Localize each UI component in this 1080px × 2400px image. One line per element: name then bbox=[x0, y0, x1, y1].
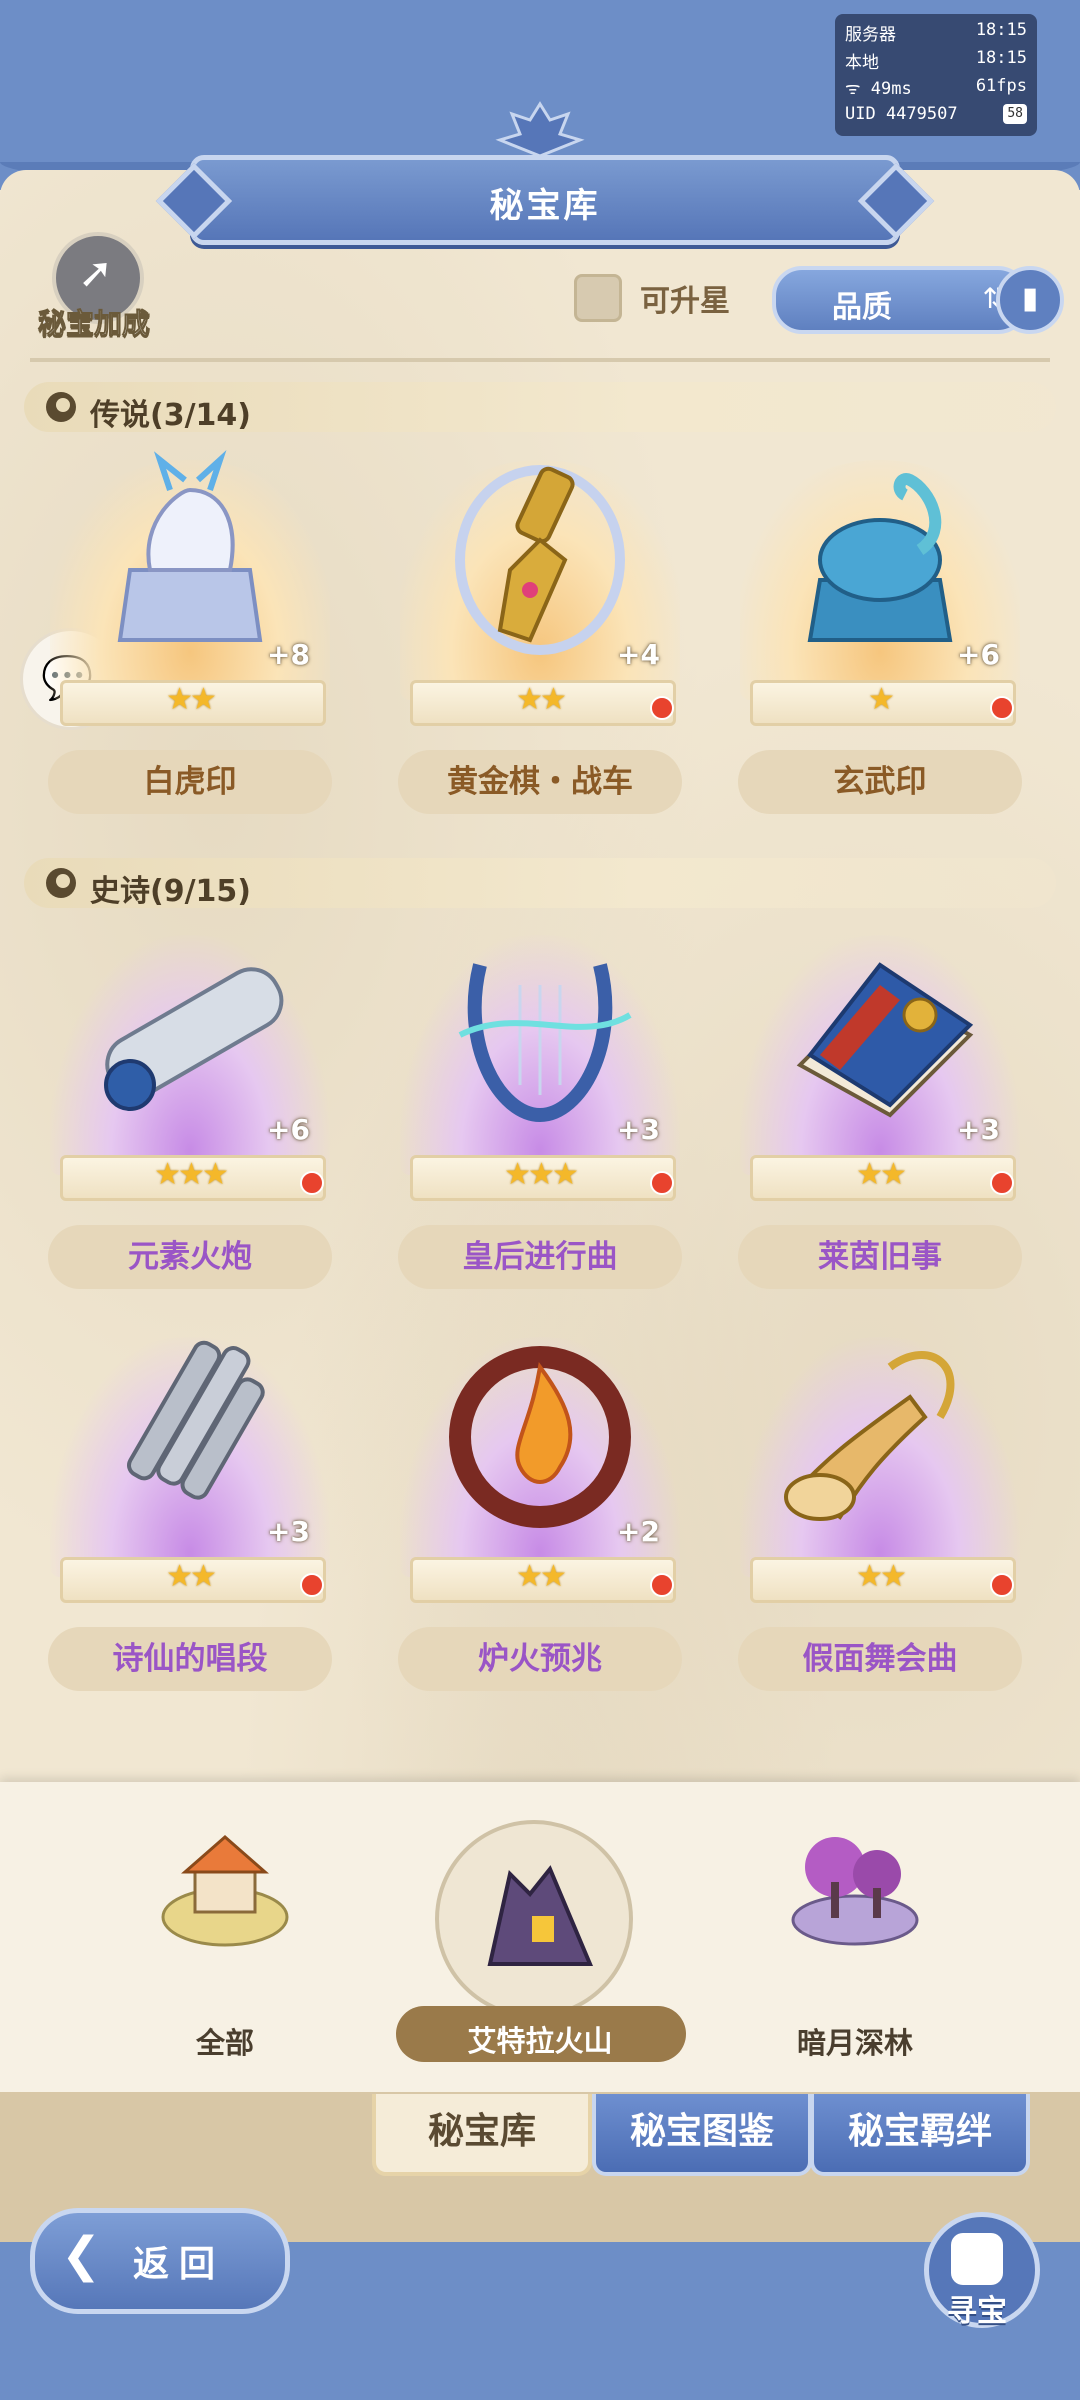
treasure-hunt-label: 寻宝 bbox=[947, 2294, 1007, 2329]
masquerade-trumpet-icon bbox=[784, 1351, 955, 1521]
back-arrow-icon: ❮ bbox=[61, 2227, 102, 2283]
performance-overlay: 服务器 18:15 本地 18:15 ᯤ 49ms 61fps UID 4479507… bbox=[835, 14, 1037, 136]
wifi-icon: ᯤ bbox=[845, 79, 871, 99]
treasure-name: 皇后进行曲 bbox=[398, 1225, 682, 1289]
treasure-card[interactable]: +2 ★★ 炉火预兆 bbox=[390, 1307, 690, 1737]
section-legend-label: 传说(3/14) bbox=[90, 398, 252, 433]
star-rating: ★★ bbox=[516, 1559, 567, 1594]
upstar-checkbox[interactable] bbox=[574, 274, 622, 322]
level-plus: +6 bbox=[957, 638, 1000, 671]
star-rating: ★★ bbox=[516, 682, 567, 717]
treasure-card[interactable]: +8 ★★ 白虎印 bbox=[40, 430, 340, 860]
tab-treasure-codex[interactable]: 秘宝图鉴 bbox=[592, 2094, 812, 2176]
star-rating: ★ bbox=[868, 682, 895, 717]
sort-quality-button[interactable]: 品质 ⇅ bbox=[772, 266, 1028, 334]
rhine-book-icon bbox=[796, 962, 974, 1118]
region-label: 艾特拉火山 bbox=[467, 2024, 613, 2058]
ping-value: 49ms bbox=[870, 79, 912, 99]
treasure-chest-icon bbox=[951, 2233, 1003, 2285]
treasure-card[interactable]: +6 ★★★ 元素火炮 bbox=[40, 905, 340, 1335]
notification-dot bbox=[300, 1171, 324, 1195]
treasure-name: 黄金棋・战车 bbox=[398, 750, 682, 814]
tab-treasure-vault[interactable]: 秘宝库 bbox=[372, 2094, 592, 2176]
section-header-epic: 史诗(9/15) bbox=[24, 858, 1056, 909]
region-etra-volcano[interactable]: 艾特拉火山 bbox=[390, 1782, 690, 2082]
notification-dot bbox=[650, 1171, 674, 1195]
notification-dot bbox=[990, 696, 1014, 720]
notification-dot bbox=[650, 1573, 674, 1597]
region-all[interactable]: 全部 bbox=[75, 1782, 375, 2082]
divider bbox=[30, 358, 1050, 362]
treasure-card[interactable]: +4 ★★ 黄金棋・战车 bbox=[390, 430, 690, 860]
white-tiger-seal-icon bbox=[117, 450, 263, 642]
hearth-omen-icon bbox=[449, 1346, 631, 1528]
section-epic-label: 史诗(9/15) bbox=[90, 874, 252, 909]
back-label: 返回 bbox=[133, 2244, 226, 2285]
level-plus: +2 bbox=[617, 1515, 660, 1548]
region-selector: 全部 艾特拉火山 暗月深林 bbox=[0, 1782, 1080, 2092]
treasure-name: 白虎印 bbox=[48, 750, 332, 814]
notification-dot bbox=[990, 1171, 1014, 1195]
treasure-card[interactable]: +3 ★★ 莱茵旧事 bbox=[730, 905, 1030, 1335]
treasure-card[interactable]: +6 ★ 玄武印 bbox=[730, 430, 1030, 860]
level-plus: +3 bbox=[267, 1515, 310, 1548]
house-icon bbox=[161, 1835, 289, 1947]
lyre-icon bbox=[458, 963, 632, 1123]
golden-chariot-icon bbox=[455, 465, 625, 655]
region-label: 全部 bbox=[195, 2026, 254, 2060]
notification-dot bbox=[300, 1573, 324, 1597]
notification-dot bbox=[990, 1573, 1014, 1597]
star-rating: ★★ bbox=[856, 1559, 907, 1594]
treasure-name: 诗仙的唱段 bbox=[48, 1627, 332, 1691]
poet-pan-flute-icon bbox=[127, 1340, 265, 1500]
star-rating: ★★ bbox=[856, 1157, 907, 1192]
elemental-cannon-icon bbox=[104, 967, 284, 1111]
local-time: 18:15 bbox=[975, 48, 1027, 68]
moon-icon bbox=[46, 392, 76, 422]
treasure-card[interactable]: +3 ★★★ 皇后进行曲 bbox=[390, 905, 690, 1335]
book-icon[interactable]: ▮ bbox=[996, 266, 1064, 334]
back-button[interactable]: ❮ 返回 bbox=[30, 2208, 290, 2314]
treasure-name: 炉火预兆 bbox=[398, 1627, 682, 1691]
forest-icon bbox=[791, 1837, 919, 1946]
upstar-label: 可升星 bbox=[640, 284, 730, 319]
level-plus: +4 bbox=[617, 638, 660, 671]
treasure-name: 莱茵旧事 bbox=[738, 1225, 1022, 1289]
level-plus: +3 bbox=[957, 1113, 1000, 1146]
treasure-name: 玄武印 bbox=[738, 750, 1022, 814]
star-rating: ★★ bbox=[166, 682, 217, 717]
server-label: 服务器 bbox=[845, 25, 896, 45]
crest-ornament-icon bbox=[495, 101, 585, 158]
level-plus: +6 bbox=[267, 1113, 310, 1146]
volcano-icon bbox=[487, 1865, 594, 1966]
server-time: 18:15 bbox=[975, 20, 1027, 40]
treasure-card[interactable]: ★★ 假面舞会曲 bbox=[730, 1307, 1030, 1737]
region-label: 暗月深林 bbox=[796, 2026, 913, 2060]
section-header-legend: 传说(3/14) bbox=[24, 382, 1056, 433]
moon-icon bbox=[46, 868, 76, 898]
notification-dot bbox=[650, 696, 674, 720]
star-rating: ★★ bbox=[166, 1559, 217, 1594]
level-plus: +8 bbox=[267, 638, 310, 671]
uid-value: UID 4479507 bbox=[845, 104, 958, 124]
local-label: 本地 bbox=[845, 53, 879, 73]
arrow-up-icon: ➚ bbox=[78, 248, 114, 297]
region-dark-moon-forest[interactable]: 暗月深林 bbox=[705, 1782, 1005, 2082]
title-ribbon: 秘宝库 bbox=[190, 155, 900, 245]
treasure-name: 元素火炮 bbox=[48, 1225, 332, 1289]
star-rating: ★★★ bbox=[154, 1157, 229, 1192]
treasure-bonus-label: 秘宝加成 bbox=[37, 307, 150, 341]
page-title: 秘宝库 bbox=[489, 186, 601, 226]
black-tortoise-seal-icon bbox=[807, 473, 953, 642]
tab-treasure-bond[interactable]: 秘宝羁绊 bbox=[810, 2094, 1030, 2176]
star-rating: ★★★ bbox=[504, 1157, 579, 1192]
battery-icon: 58 bbox=[1003, 104, 1027, 124]
sort-quality-label: 品质 bbox=[832, 290, 892, 325]
treasure-name: 假面舞会曲 bbox=[738, 1627, 1022, 1691]
level-plus: +3 bbox=[617, 1113, 660, 1146]
fps-value: 61fps bbox=[975, 76, 1027, 96]
treasure-card[interactable]: +3 ★★ 诗仙的唱段 bbox=[40, 1307, 340, 1737]
